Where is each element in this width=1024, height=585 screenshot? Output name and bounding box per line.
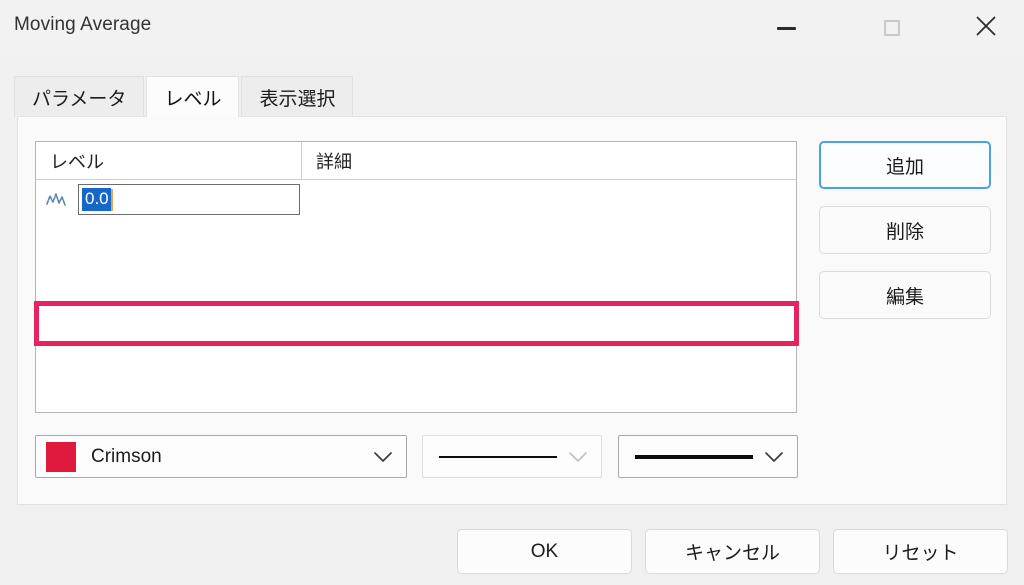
levels-list-header: レベル 詳細 [36,142,796,180]
column-header-level[interactable]: レベル [36,142,302,179]
edit-level-button[interactable]: 編集 [819,271,991,319]
maximize-icon [884,20,900,36]
column-header-detail[interactable]: 詳細 [302,142,796,179]
levels-list[interactable]: レベル 詳細 0.0 [35,141,797,413]
line-style-select[interactable] [422,435,602,478]
table-row[interactable]: 0.0 [36,181,796,218]
ok-button-label: OK [530,540,559,562]
level-value-text: 0.0 [82,188,111,211]
window-title: Moving Average [14,14,152,35]
tab-parameters-label: パラメータ [32,88,127,110]
add-level-button-label: 追加 [885,156,924,178]
tab-levels-label: レベル [164,88,222,110]
chevron-down-icon [568,451,588,463]
color-swatch [46,441,76,472]
column-header-detail-label: 詳細 [316,151,352,172]
tab-parameters[interactable]: パラメータ [14,76,145,117]
color-select-value: Crimson [91,445,162,467]
minimize-button[interactable] [752,0,820,56]
chevron-down-icon [373,451,393,463]
cancel-button[interactable]: キャンセル [645,529,820,574]
line-style-preview [439,455,557,458]
chevron-down-icon [764,451,784,463]
close-button[interactable] [952,0,1020,56]
edit-level-button-label: 編集 [885,286,924,308]
level-value-input[interactable]: 0.0 [78,184,300,215]
cancel-button-label: キャンセル [684,543,780,564]
reset-button-label: リセット [882,543,959,564]
tab-strip: パラメータ レベル 表示選択 [14,76,354,117]
close-icon [975,15,997,42]
delete-level-button-label: 削除 [885,221,924,243]
level-line-chart-icon [36,181,78,218]
levels-tab-panel: レベル 詳細 0.0 追加 削除 編集 Crimson [17,116,1007,505]
ok-button[interactable]: OK [457,529,632,574]
tab-visualization[interactable]: 表示選択 [241,76,354,117]
add-level-button[interactable]: 追加 [819,141,991,189]
column-header-level-label: レベル [50,151,104,172]
moving-average-dialog: Moving Average パラメータ レベル 表示選択 レベル 詳細 0.0… [0,0,1024,585]
reset-button[interactable]: リセット [833,529,1008,574]
minimize-icon [776,26,796,30]
tab-levels[interactable]: レベル [146,76,240,117]
color-select[interactable]: Crimson [35,435,407,478]
text-caret [110,188,113,211]
title-bar: Moving Average [0,0,1024,56]
line-width-select[interactable] [618,435,798,478]
tab-visualization-label: 表示選択 [259,88,336,110]
line-width-preview [635,454,753,459]
delete-level-button[interactable]: 削除 [819,206,991,254]
maximize-button[interactable] [858,0,926,56]
